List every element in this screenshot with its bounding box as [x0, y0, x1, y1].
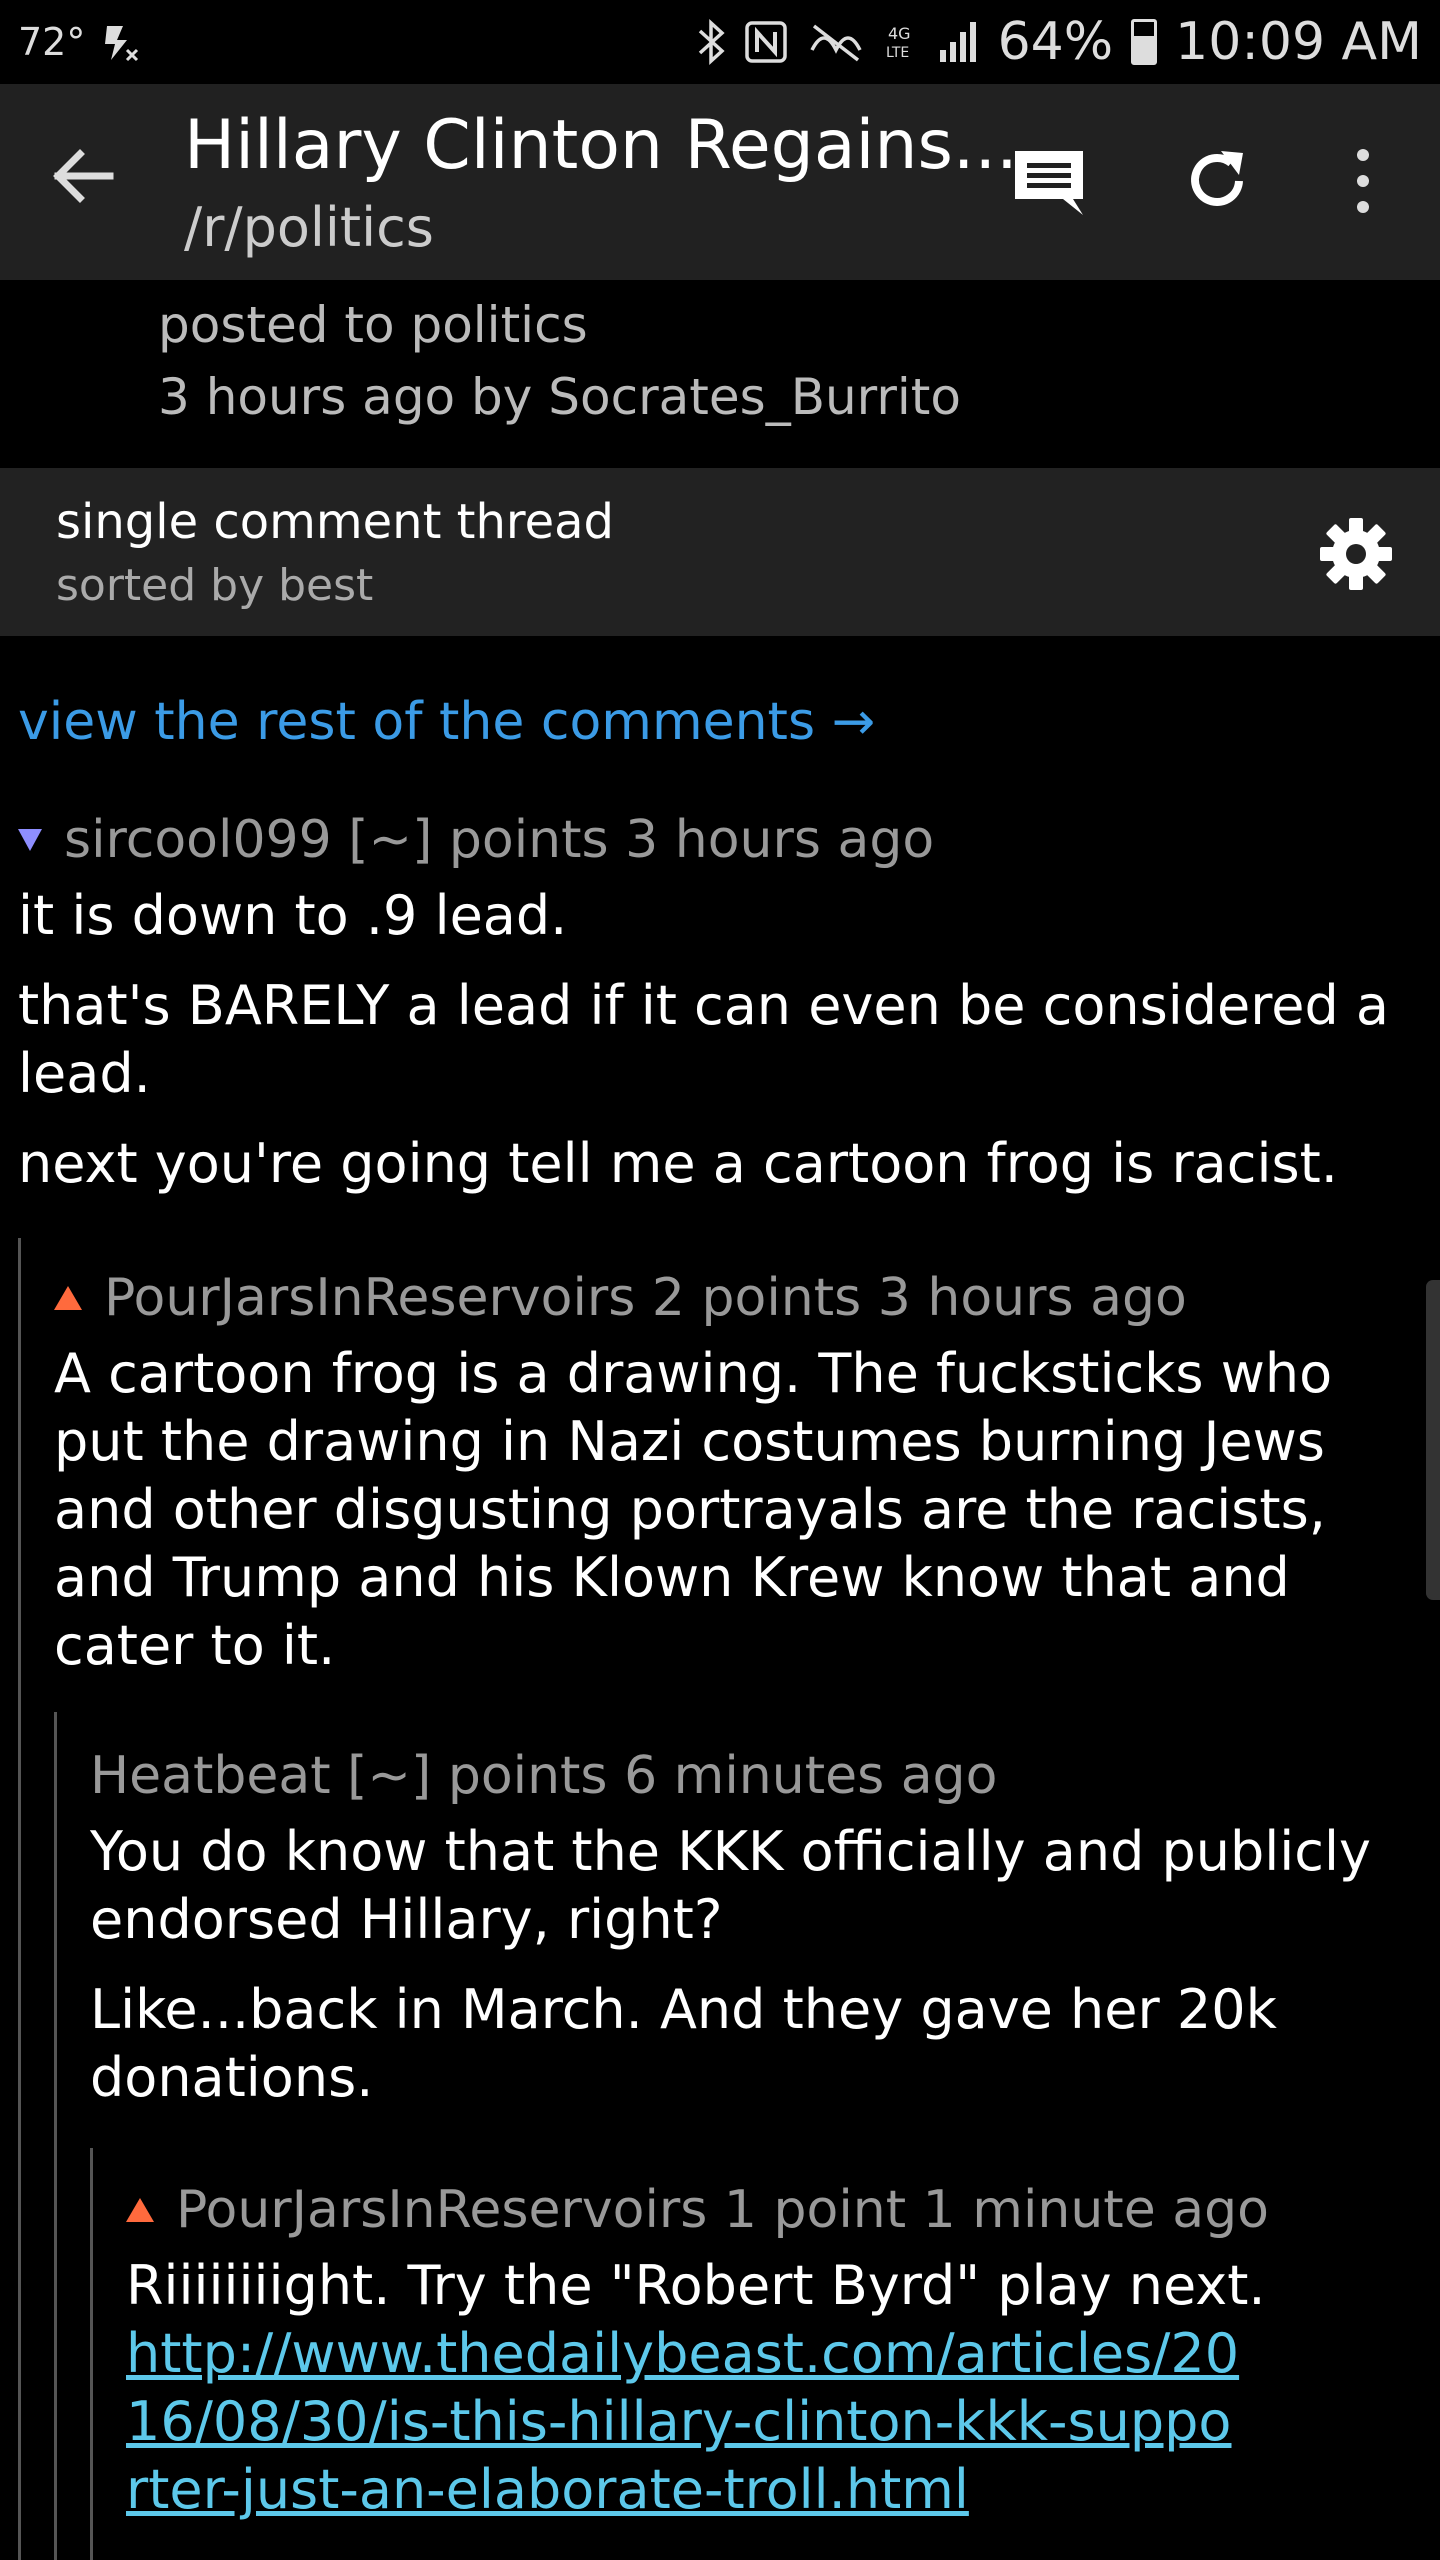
- battery-percent: 64%: [997, 12, 1114, 72]
- bluetooth-icon: [698, 19, 725, 65]
- svg-text:LTE: LTE: [886, 45, 909, 61]
- comment: PourJarsInReservoirs 2 points 3 hours ag…: [54, 1268, 1420, 1680]
- comment: PourJarsInReservoirs 1 point 1 minute ag…: [126, 2180, 1420, 2524]
- comment-time: 3 hours ago: [877, 1268, 1187, 1328]
- downvote-indicator-icon: [18, 829, 42, 851]
- comment: Heatbeat [~] points 6 minutes ago You do…: [90, 1746, 1420, 2112]
- upvote-indicator-icon: [126, 2198, 154, 2222]
- comment-paragraph: A cartoon frog is a drawing. The fucksti…: [54, 1342, 1333, 1677]
- comment-body: it is down to .9 lead. that's BARELY a l…: [18, 882, 1418, 1198]
- comment-paragraph: it is down to .9 lead.: [18, 884, 568, 947]
- 4g-lte-icon: 4G LTE: [886, 24, 911, 61]
- battery-icon: [1131, 19, 1158, 65]
- view-rest-link[interactable]: view the rest of the comments →: [18, 692, 875, 752]
- thread-indent-line: [90, 2148, 93, 2560]
- comment-score: 2 points: [651, 1268, 862, 1328]
- comment-time: 6 minutes ago: [624, 1746, 998, 1806]
- comment-icon: [1015, 151, 1083, 215]
- comment-author[interactable]: Heatbeat: [90, 1746, 331, 1806]
- svg-text:4G: 4G: [888, 24, 911, 43]
- thread-indent-line: [18, 1238, 21, 2560]
- nfc-icon: [744, 21, 787, 63]
- mute-icon: [810, 24, 862, 62]
- comment-header: sircool099 [~] points 3 hours ago: [18, 810, 1418, 870]
- comment-link[interactable]: http://www.thedailybeast.com/articles/20…: [126, 2322, 1239, 2521]
- comment-score: 1 point: [723, 2180, 907, 2240]
- gear-icon: [1320, 518, 1392, 590]
- comment-score: [~] points: [348, 810, 609, 870]
- comment-score: [~] points: [347, 1746, 608, 1806]
- comment-body: You do know that the KKK officially and …: [90, 1818, 1420, 2112]
- comment-paragraph: next you're going tell me a cartoon frog…: [18, 1132, 1338, 1195]
- comment-paragraph: Riiiiiiiight. Try the "Robert Byrd" play…: [126, 2254, 1266, 2317]
- subreddit-label[interactable]: /r/politics: [184, 196, 434, 259]
- comment-author[interactable]: PourJarsInReservoirs: [176, 2180, 707, 2240]
- temperature-text: 72°: [18, 20, 86, 64]
- posted-to-label: posted to politics: [158, 296, 588, 354]
- overflow-menu-icon: [1357, 149, 1369, 213]
- comment-paragraph: that's BARELY a lead if it can even be c…: [18, 974, 1390, 1105]
- comment-author[interactable]: PourJarsInReservoirs: [104, 1268, 635, 1328]
- comment-time: 1 minute ago: [922, 2180, 1269, 2240]
- comment: sircool099 [~] points 3 hours ago it is …: [18, 810, 1418, 1198]
- upvote-indicator-icon: [54, 1286, 82, 1310]
- comment-author[interactable]: sircool099: [64, 810, 332, 870]
- comment-paragraph: You do know that the KKK officially and …: [90, 1820, 1371, 1951]
- comment-header: PourJarsInReservoirs 2 points 3 hours ag…: [54, 1268, 1420, 1328]
- page-title: Hillary Clinton Regains...: [184, 106, 1018, 185]
- comment-time: 3 hours ago: [625, 810, 935, 870]
- comment-body: Riiiiiiiight. Try the "Robert Byrd" play…: [126, 2252, 1420, 2524]
- thread-settings-button[interactable]: [1316, 514, 1396, 594]
- clock: 10:09 AM: [1175, 12, 1422, 72]
- toolbar: Hillary Clinton Regains... /r/politics: [0, 84, 1440, 280]
- sort-label: sorted by best: [56, 560, 374, 611]
- thread-mode-label: single comment thread: [56, 494, 614, 550]
- status-bar: 72° 4G LTE 64% 10:09 AM: [0, 0, 1440, 84]
- refresh-button[interactable]: [1172, 136, 1262, 226]
- thread-indent-line: [54, 1712, 57, 2560]
- post-meta: posted to politics 3 hours ago by Socrat…: [0, 280, 1440, 468]
- overflow-menu-button[interactable]: [1318, 136, 1408, 226]
- comment-header: Heatbeat [~] points 6 minutes ago: [90, 1746, 1420, 1806]
- signal-icon: [939, 22, 976, 62]
- refresh-icon: [1191, 151, 1243, 206]
- comment-paragraph: Like...back in March. And they gave her …: [90, 1978, 1277, 2109]
- back-arrow-icon: [53, 149, 114, 203]
- comment-button[interactable]: [1004, 136, 1094, 226]
- back-button[interactable]: [44, 136, 124, 216]
- comment-header: PourJarsInReservoirs 1 point 1 minute ag…: [126, 2180, 1420, 2240]
- scrollbar[interactable]: [1426, 1280, 1440, 1600]
- comment-body: A cartoon frog is a drawing. The fucksti…: [54, 1340, 1420, 1680]
- no-flash-icon: [105, 26, 139, 62]
- thread-header: single comment thread sorted by best: [0, 468, 1440, 636]
- post-byline: 3 hours ago by Socrates_Burrito: [158, 368, 962, 426]
